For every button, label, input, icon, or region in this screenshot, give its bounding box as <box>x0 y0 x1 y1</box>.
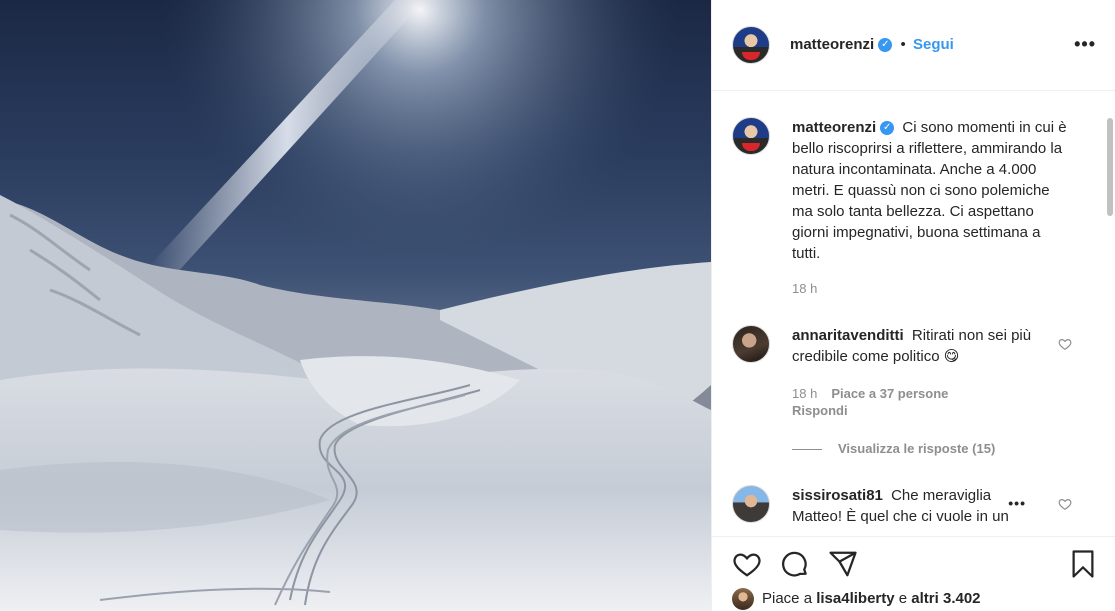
comment-like-heart-icon[interactable] <box>1058 497 1072 511</box>
commenter-avatar[interactable] <box>732 485 770 523</box>
share-icon[interactable] <box>828 549 858 579</box>
commenter-username[interactable]: sissirosati81 <box>792 487 883 504</box>
caption-entry: matteorenzi ✓ Ci sono momenti in cui è be… <box>732 117 1072 317</box>
comments-scrollbar[interactable] <box>1107 118 1113 216</box>
caption-body: Ci sono momenti in cui è bello riscoprir… <box>792 119 1067 262</box>
heart-icon[interactable] <box>732 549 762 579</box>
likes-summary: Piace a lisa4liberty e altri 3.402 <box>732 588 981 611</box>
comment-likes-count[interactable]: Piace a 37 persone <box>831 386 948 401</box>
view-replies-label: Visualizza le risposte (15) <box>838 441 996 456</box>
likes-others-count[interactable]: altri 3.402 <box>911 590 980 607</box>
author-username[interactable]: matteorenzi <box>790 36 874 53</box>
comment-item: sissirosati81 Che meraviglia Matteo! È q… <box>732 485 1072 536</box>
comment-time[interactable]: 18 h <box>792 386 817 401</box>
likes-connector: e <box>898 589 908 607</box>
liker-username[interactable]: lisa4liberty <box>816 590 894 607</box>
liker-avatar[interactable] <box>732 588 754 610</box>
caption-text: matteorenzi ✓ Ci sono momenti in cui è be… <box>792 117 1072 264</box>
replies-divider <box>792 449 822 451</box>
follow-button[interactable]: Segui <box>913 36 954 53</box>
post-actions-bar <box>712 536 1115 588</box>
commenter-avatar[interactable] <box>732 325 770 363</box>
snowy-mountain-image <box>0 0 711 611</box>
more-options-icon[interactable]: ••• <box>1074 34 1096 55</box>
header-separator: • <box>900 36 906 53</box>
comment-text: sissirosati81 Che meraviglia Matteo! È q… <box>792 485 1032 527</box>
bookmark-icon[interactable] <box>1068 549 1098 579</box>
verified-badge-icon: ✓ <box>878 38 893 53</box>
comment-text: annaritavenditti Ritirati non sei più cr… <box>792 325 1042 367</box>
comment-options-icon[interactable]: ••• <box>1008 495 1026 511</box>
caption-username[interactable]: matteorenzi <box>792 119 876 136</box>
post-photo[interactable] <box>0 0 711 611</box>
author-line: matteorenzi ✓ • Segui <box>790 36 954 53</box>
post-side-panel: matteorenzi ✓ • Segui ••• matteorenzi ✓ C… <box>711 0 1115 611</box>
likes-prefix: Piace a <box>762 589 813 607</box>
comments-list[interactable]: matteorenzi ✓ Ci sono momenti in cui è be… <box>712 92 1115 536</box>
reply-button[interactable]: Rispondi <box>792 403 848 418</box>
author-avatar[interactable] <box>732 26 770 64</box>
post-header: matteorenzi ✓ • Segui ••• <box>712 0 1115 91</box>
caption-avatar[interactable] <box>732 117 770 155</box>
caption-time[interactable]: 18 h <box>792 281 817 296</box>
commenter-username[interactable]: annaritavenditti <box>792 327 904 344</box>
comment-meta: 18 h Piace a 37 persone <box>792 386 948 401</box>
verified-badge-icon: ✓ <box>880 121 895 136</box>
view-replies-button[interactable]: Visualizza le risposte (15) <box>792 441 995 456</box>
comment-icon[interactable] <box>780 549 810 579</box>
comment-like-heart-icon[interactable] <box>1058 337 1072 351</box>
